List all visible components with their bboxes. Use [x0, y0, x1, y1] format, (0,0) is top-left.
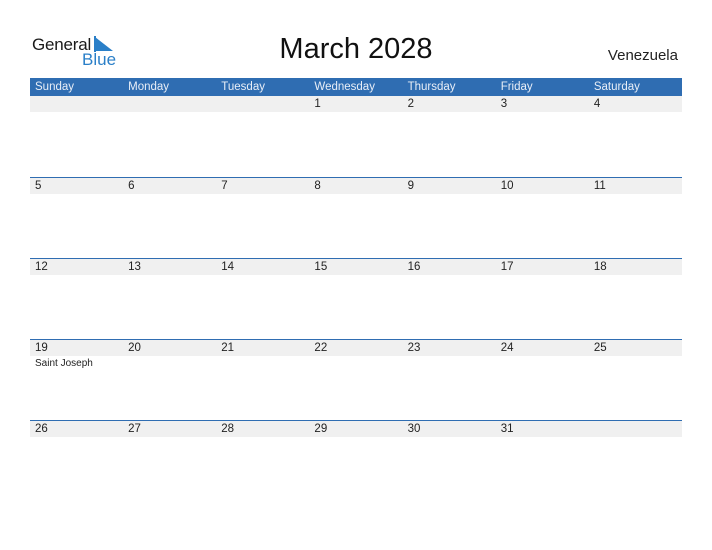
day-number: 22 — [314, 342, 328, 354]
day-event — [309, 112, 402, 114]
week-row: 1 2 3 4 — [30, 96, 682, 177]
day-event — [309, 194, 402, 196]
day-number: 8 — [314, 180, 321, 192]
day-number — [123, 96, 216, 112]
day-event — [589, 275, 682, 277]
day-event — [403, 437, 496, 439]
day-number: 10 — [500, 180, 514, 192]
day-event — [123, 194, 216, 196]
day-event — [309, 275, 402, 277]
day-event — [403, 194, 496, 196]
week-row: 19 20 21 22 23 24 25 Saint Joseph — [30, 339, 682, 420]
day-event — [216, 194, 309, 196]
weekday-saturday: Saturday — [593, 81, 640, 93]
day-event — [216, 112, 309, 114]
weekday-friday: Friday — [500, 81, 533, 93]
day-number: 21 — [221, 342, 235, 354]
day-event — [496, 437, 589, 439]
weekday-thursday: Thursday — [407, 81, 456, 93]
weekday-wednesday: Wednesday — [314, 81, 375, 93]
day-number: 17 — [500, 261, 514, 273]
day-event — [216, 356, 309, 369]
day-number: 30 — [407, 423, 421, 435]
day-number-row: 12 13 14 15 16 17 18 — [30, 259, 682, 275]
day-number-row: 19 20 21 22 23 24 25 — [30, 340, 682, 356]
day-event — [123, 437, 216, 439]
day-event — [309, 437, 402, 439]
day-number-row: 5 6 7 8 9 10 11 — [30, 178, 682, 194]
day-number: 9 — [407, 180, 414, 192]
day-event — [30, 437, 123, 439]
day-number: 20 — [128, 342, 141, 354]
event-row — [30, 194, 682, 196]
weekday-sunday: Sunday — [35, 81, 75, 93]
day-number — [589, 421, 682, 437]
day-event — [496, 194, 589, 196]
day-number: 23 — [407, 342, 421, 354]
day-number: 28 — [221, 423, 235, 435]
week-row: 26 27 28 29 30 31 — [30, 420, 682, 501]
day-number-row: 26 27 28 29 30 31 — [30, 421, 682, 437]
weeks-container: 1 2 3 4 5 6 7 8 9 10 11 12 13 14 15 16 17 18 19 20 21 22 23 24 2… — [30, 96, 682, 501]
day-number: 18 — [593, 261, 607, 273]
day-event — [403, 356, 496, 369]
day-event — [589, 437, 682, 439]
day-event — [216, 437, 309, 439]
week-row: 5 6 7 8 9 10 11 — [30, 177, 682, 258]
day-event — [123, 112, 216, 114]
day-number: 12 — [35, 261, 48, 273]
event-row — [30, 275, 682, 277]
day-number — [216, 96, 309, 112]
day-number: 5 — [35, 180, 42, 192]
day-event — [403, 275, 496, 277]
event-row: Saint Joseph — [30, 356, 682, 369]
day-number: 19 — [35, 342, 48, 354]
day-event — [30, 194, 123, 196]
day-number: 11 — [593, 180, 606, 192]
day-number: 7 — [221, 180, 228, 192]
day-number-row: 1 2 3 4 — [30, 96, 682, 112]
event-row — [30, 437, 682, 439]
event-row — [30, 112, 682, 114]
weekday-header: Sunday Monday Tuesday Wednesday Thursday… — [30, 78, 682, 96]
day-event — [589, 194, 682, 196]
day-event — [403, 112, 496, 114]
weekday-tuesday: Tuesday — [221, 81, 265, 93]
day-event — [589, 356, 682, 369]
day-event — [123, 275, 216, 277]
day-number: 14 — [221, 261, 235, 273]
calendar-title: March 2028 — [279, 33, 433, 65]
day-event — [309, 356, 402, 369]
day-number: 16 — [407, 261, 421, 273]
day-number: 2 — [407, 98, 414, 110]
day-number: 29 — [314, 423, 328, 435]
day-number: 3 — [500, 98, 508, 110]
day-event — [30, 275, 123, 277]
day-number: 6 — [128, 180, 135, 192]
day-number: 26 — [35, 423, 48, 435]
country-label: Venezuela — [607, 47, 678, 64]
day-number: 15 — [314, 261, 328, 273]
day-event — [30, 112, 123, 114]
calendar-grid: Sunday Monday Tuesday Wednesday Thursday… — [30, 78, 682, 501]
day-event — [123, 356, 216, 369]
day-event — [496, 356, 589, 369]
day-number: 24 — [500, 342, 514, 354]
day-number: 1 — [314, 98, 321, 110]
day-number: 27 — [128, 423, 141, 435]
day-event — [496, 112, 589, 114]
day-number: 31 — [500, 423, 514, 435]
day-event — [496, 275, 589, 277]
day-event: Saint Joseph — [35, 358, 93, 369]
weekday-monday: Monday — [128, 81, 170, 93]
week-row: 12 13 14 15 16 17 18 — [30, 258, 682, 339]
day-number: 25 — [593, 342, 607, 354]
day-number: 4 — [593, 98, 601, 110]
day-number — [30, 96, 123, 112]
day-event — [216, 275, 309, 277]
day-number: 13 — [128, 261, 141, 273]
day-event — [589, 112, 682, 114]
